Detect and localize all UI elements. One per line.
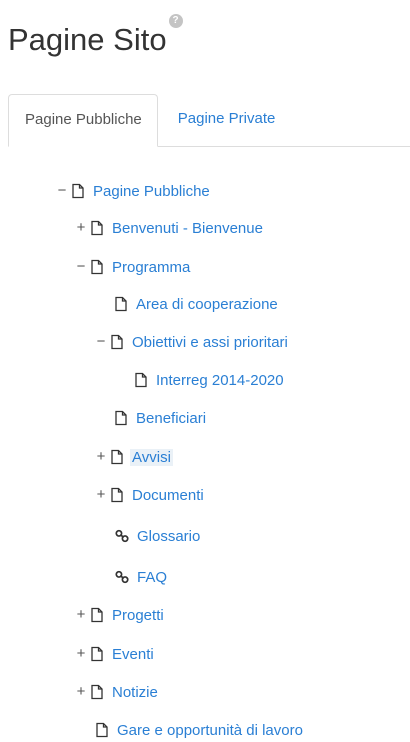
tab-pagine-pubbliche[interactable]: Pagine Pubbliche [8,94,158,147]
expand-toggle[interactable]: + [76,220,86,235]
tree-node: − Obiettivi e assi prioritari [96,323,288,361]
tree-node: FAQ [115,558,167,596]
tree-node-label[interactable]: Programma [112,259,190,276]
tree-node: + Avvisi [96,438,173,476]
page-icon [91,684,103,700]
tree-node: + Progetti [76,596,164,634]
page-icon [91,259,103,275]
expand-toggle[interactable]: + [96,487,106,502]
collapse-toggle[interactable]: − [76,259,86,274]
tree-node: − Pagine Pubbliche [57,172,210,210]
tree-node: − Programma [76,248,191,286]
tree-node-label[interactable]: Interreg 2014-2020 [156,372,284,389]
page-title: Pagine Sito [8,22,167,57]
tree-node-label[interactable]: FAQ [137,569,167,586]
page-icon [111,487,123,503]
tree-node-label[interactable]: Notizie [112,684,158,701]
page: Pagine Sito ? Pagine Pubbliche Pagine Pr… [0,0,410,742]
tree-node-label[interactable]: Beneficiari [136,410,206,427]
tree-node-label[interactable]: Pagine Pubbliche [93,183,210,200]
tree-node-label[interactable]: Progetti [112,607,164,624]
tree-node: + Documenti [96,476,204,514]
page-icon [115,296,127,312]
expand-toggle[interactable]: + [76,646,86,661]
tree-node: + Eventi [76,635,154,673]
tree-node-label[interactable]: Eventi [112,646,154,663]
page-icon [115,410,127,426]
tree-node: Gare e opportunità di lavoro [95,711,303,742]
tab-pagine-private[interactable]: Pagine Private [158,94,290,146]
link-icon [115,529,129,543]
link-icon [115,570,129,584]
tree-node: + Benvenuti - Bienvenue [76,209,263,247]
expand-toggle[interactable]: + [76,607,86,622]
tree-node: Beneficiari [114,399,206,437]
tab-bar: Pagine Pubbliche Pagine Private [8,94,410,147]
page-icon [72,183,84,199]
tree-node-label[interactable]: Documenti [132,487,204,504]
page-icon [111,449,123,465]
page-icon [91,646,103,662]
tree-node: Glossario [115,517,200,555]
tree-node-label[interactable]: Benvenuti - Bienvenue [112,220,263,237]
page-icon [135,372,147,388]
page-icon [91,220,103,236]
page-icon [96,722,108,738]
help-icon[interactable]: ? [168,14,183,28]
tree-node-label[interactable]: Area di cooperazione [136,296,278,313]
page-icon [111,334,123,350]
tree-node-label[interactable]: Obiettivi e assi prioritari [132,334,288,351]
collapse-toggle[interactable]: − [57,183,67,198]
expand-toggle[interactable]: + [96,449,106,464]
page-icon [91,607,103,623]
title-row: Pagine Sito ? [8,14,183,64]
tree-node-label[interactable]: Gare e opportunità di lavoro [117,722,303,739]
tree-node-label[interactable]: Glossario [137,528,200,545]
expand-toggle[interactable]: + [76,684,86,699]
tree-node: Interreg 2014-2020 [134,361,284,399]
tree-node: Area di cooperazione [114,285,278,323]
tree-node: + Notizie [76,673,158,711]
collapse-toggle[interactable]: − [96,334,106,349]
tree-node-label[interactable]: Avvisi [130,448,173,466]
